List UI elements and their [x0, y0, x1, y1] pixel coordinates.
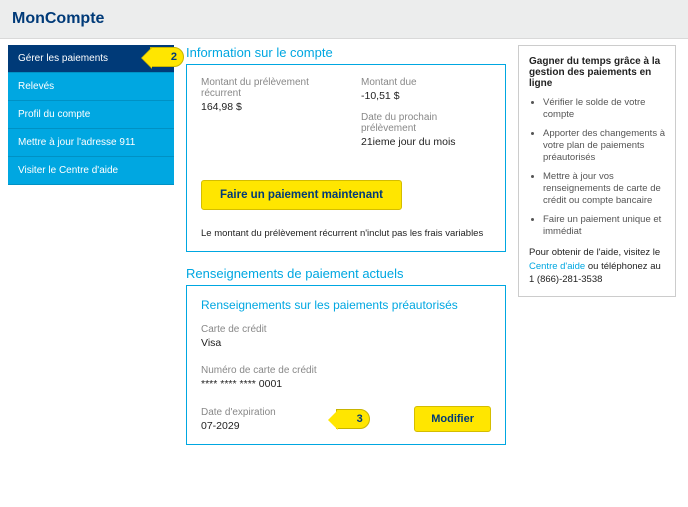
pay-now-button[interactable]: Faire un paiement maintenant: [201, 180, 402, 210]
help-title: Gagner du temps grâce à la gestion des p…: [529, 56, 665, 89]
help-bullet: Apporter des changements à votre plan de…: [543, 128, 665, 165]
help-bullet: Mettre à jour vos renseignements de cart…: [543, 171, 665, 208]
sidebar-item-update-911[interactable]: Mettre à jour l'adresse 911: [8, 129, 174, 157]
help-prefix: Pour obtenir de l'aide, visitez le: [529, 247, 660, 258]
annotation-3: 3: [336, 409, 370, 429]
help-panel: Gagner du temps grâce à la gestion des p…: [518, 45, 676, 297]
card-type-label: Carte de crédit: [201, 324, 491, 335]
amount-due-value: -10,51 $: [361, 90, 491, 102]
help-card: Gagner du temps grâce à la gestion des p…: [518, 45, 676, 297]
expiry-block: Date d'expiration 07-2029: [201, 407, 276, 432]
header: MonCompte: [0, 0, 688, 39]
account-info-title: Information sur le compte: [186, 45, 506, 60]
account-info-card: Montant du prélèvement récurrent 164,98 …: [186, 64, 506, 252]
expiry-label: Date d'expiration: [201, 407, 276, 418]
sidebar-item-help-center[interactable]: Visiter le Centre d'aide: [8, 157, 174, 185]
sidebar-item-statements[interactable]: Relevés: [8, 73, 174, 101]
recurring-amount-label: Montant du prélèvement récurrent: [201, 77, 331, 99]
sidebar-item-label: Visiter le Centre d'aide: [18, 165, 118, 176]
expiry-value: 07-2029: [201, 420, 276, 432]
layout: Gérer les paiements 2 Relevés Profil du …: [0, 39, 688, 465]
help-bullets: Vérifier le solde de votre compte Apport…: [529, 97, 665, 238]
sidebar-item-label: Profil du compte: [18, 109, 90, 120]
payment-details-title: Renseignements de paiement actuels: [186, 266, 506, 281]
annotation-2: 2: [150, 47, 184, 67]
card-number-block: Numéro de carte de crédit **** **** ****…: [201, 365, 491, 390]
sidebar: Gérer les paiements 2 Relevés Profil du …: [8, 45, 174, 185]
modify-button[interactable]: Modifier: [414, 406, 491, 432]
preauth-title: Renseignements sur les paiements préauto…: [201, 298, 491, 312]
sidebar-item-manage-payments[interactable]: Gérer les paiements 2: [8, 45, 174, 73]
card-number-label: Numéro de carte de crédit: [201, 365, 491, 376]
card-number-value: **** **** **** 0001: [201, 378, 491, 390]
sidebar-item-profile[interactable]: Profil du compte: [8, 101, 174, 129]
info-grid: Montant du prélèvement récurrent 164,98 …: [201, 77, 491, 158]
help-contact: Pour obtenir de l'aide, visitez le Centr…: [529, 246, 665, 286]
expiry-row: Date d'expiration 07-2029 3 Modifier: [201, 406, 491, 432]
payment-details-card: Renseignements sur les paiements préauto…: [186, 285, 506, 445]
help-bullet: Faire un paiement unique et immédiat: [543, 214, 665, 239]
next-withdraw-value: 21ieme jour du mois: [361, 136, 491, 148]
page-title: MonCompte: [12, 10, 676, 28]
sidebar-item-label: Relevés: [18, 81, 54, 92]
card-type-value: Visa: [201, 337, 491, 349]
info-col-left: Montant du prélèvement récurrent 164,98 …: [201, 77, 331, 158]
next-withdraw-label: Date du prochain prélèvement: [361, 112, 491, 134]
card-type-block: Carte de crédit Visa: [201, 324, 491, 349]
recurring-note: Le montant du prélèvement récurrent n'in…: [201, 228, 491, 239]
main-content: Information sur le compte Montant du pré…: [186, 45, 506, 459]
help-center-link[interactable]: Centre d'aide: [529, 261, 585, 272]
help-phone: 1 (866)-281-3538: [529, 274, 602, 285]
help-bullet: Vérifier le solde de votre compte: [543, 97, 665, 122]
recurring-amount-value: 164,98 $: [201, 101, 331, 113]
sidebar-item-label: Mettre à jour l'adresse 911: [18, 137, 135, 148]
amount-due-label: Montant due: [361, 77, 491, 88]
sidebar-item-label: Gérer les paiements: [18, 53, 108, 64]
help-suffix: ou téléphonez au: [585, 261, 661, 272]
info-col-right: Montant due -10,51 $ Date du prochain pr…: [361, 77, 491, 158]
